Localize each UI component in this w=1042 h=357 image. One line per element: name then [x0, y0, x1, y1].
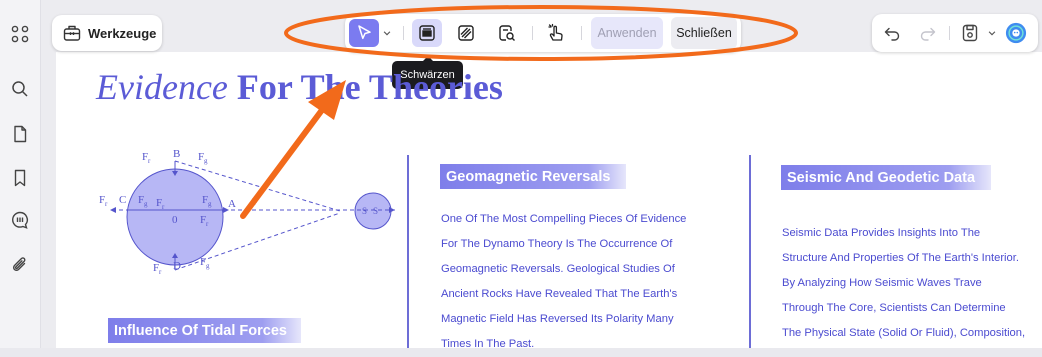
diagram-subscript: g: [206, 262, 210, 270]
chevron-down-icon[interactable]: [381, 19, 393, 47]
section-heading-geomagnetic: Geomagnetic Reversals: [440, 164, 626, 189]
ai-assistant-icon[interactable]: [1002, 19, 1030, 47]
document-title: Evidence For The Theories: [96, 66, 503, 108]
diagram-label: A: [228, 198, 236, 210]
bookmark-icon[interactable]: [8, 166, 32, 190]
paragraph-line: One Of The Most Compelling Pieces Of Evi…: [441, 213, 687, 225]
redaction-toolbar: Anwenden Schließen: [345, 14, 741, 52]
right-toolbar: [872, 14, 1038, 52]
grid-icon[interactable]: [8, 22, 32, 46]
toolbar-divider: [532, 26, 533, 40]
diagram-subscript: r: [105, 200, 108, 208]
tools-button[interactable]: Werkzeuge: [52, 15, 162, 51]
search-redact-button[interactable]: [492, 19, 522, 47]
hand-tool-button[interactable]: [541, 19, 571, 47]
diagram-subscript: g: [144, 200, 148, 208]
diagram-label: S: [373, 206, 378, 216]
save-icon[interactable]: [956, 19, 984, 47]
diagram-label: D: [173, 260, 181, 272]
diagram-label: 0: [172, 214, 178, 226]
paragraph-line: By Analyzing How Seismic Waves Trave: [782, 277, 982, 289]
paragraph-line: Through The Core, Scientists Can Determi…: [782, 302, 1006, 314]
comment-icon[interactable]: [8, 208, 32, 232]
apply-button[interactable]: Anwenden: [591, 17, 663, 49]
redo-icon[interactable]: [914, 19, 942, 47]
search-icon[interactable]: [8, 77, 32, 101]
diagram-label: C: [119, 194, 126, 206]
redact-area-button[interactable]: [412, 19, 442, 47]
paragraph-line: For The Dynamo Theory Is The Occurrence …: [441, 238, 673, 250]
paragraph-line: Geomagnetic Reversals. Geological Studie…: [441, 263, 675, 275]
left-sidebar: [0, 0, 41, 348]
paragraph-line: Ancient Rocks Have Revealed That The Ear…: [441, 288, 678, 300]
title-italic-part: Evidence: [96, 67, 228, 107]
diagram-subscript: r: [148, 157, 151, 165]
diagram-subscript: g: [208, 200, 212, 208]
page-icon[interactable]: [8, 122, 32, 146]
attachment-icon[interactable]: [8, 253, 32, 277]
toolbar-divider: [403, 26, 404, 40]
paragraph-line: Seismic Data Provides Insights Into The: [782, 227, 981, 239]
diagram-label: B: [173, 148, 180, 160]
section-heading-seismic: Seismic And Geodetic Data: [781, 165, 991, 190]
chevron-down-icon[interactable]: [986, 19, 998, 47]
toolbar-divider: [949, 26, 950, 40]
tidal-force-diagram: F r B F g F r C F g F r 0 F g A F F r F …: [99, 148, 395, 276]
section-heading-tidal: Influence Of Tidal Forces: [108, 318, 301, 343]
diagram-label: S: [362, 206, 367, 216]
column-divider: [407, 155, 409, 348]
geomagnetic-paragraph: One Of The Most Compelling Pieces Of Evi…: [441, 207, 686, 357]
toolbar-divider: [581, 26, 582, 40]
diagram-label: F: [252, 196, 258, 208]
toolbox-icon: [62, 23, 82, 43]
diagram-subscript: r: [159, 268, 162, 276]
paragraph-line: The Physical State (Solid Or Fluid), Com…: [782, 327, 1026, 339]
title-bold-part: For The Theories: [236, 67, 503, 107]
redact-pattern-button[interactable]: [451, 19, 481, 47]
diagram-subscript: g: [204, 157, 208, 165]
paragraph-line: Structure And Properties Of The Earth's …: [782, 252, 1019, 264]
seismic-paragraph: Seismic Data Provides Insights Into The …: [782, 221, 1025, 346]
undo-icon[interactable]: [878, 19, 906, 47]
close-button[interactable]: Schließen: [671, 17, 737, 49]
paragraph-line: Times In The Past.: [441, 338, 535, 350]
tools-label: Werkzeuge: [88, 25, 157, 41]
paragraph-line: Magnetic Field Has Reversed Its Polarity…: [441, 313, 674, 325]
select-tool-button[interactable]: [349, 19, 379, 47]
column-divider: [749, 155, 751, 348]
